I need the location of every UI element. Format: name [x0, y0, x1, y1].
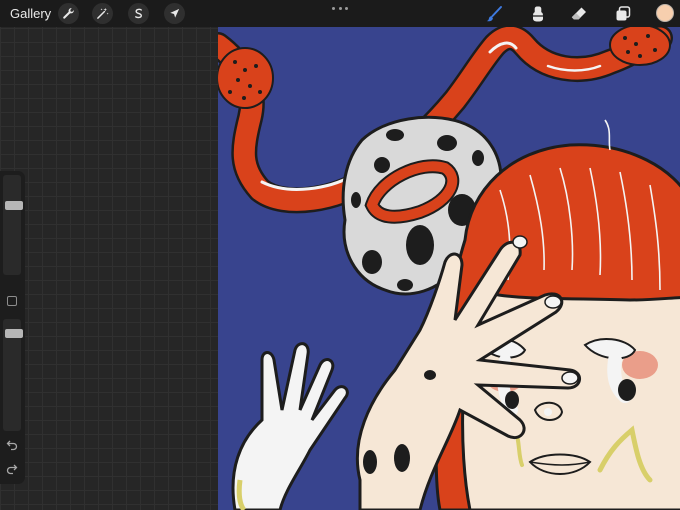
color-picker-swatch[interactable] — [656, 4, 674, 22]
redo-arrow-icon[interactable] — [3, 463, 21, 479]
brush-icon[interactable] — [483, 3, 505, 25]
modify-square-button[interactable] — [7, 296, 17, 306]
selection-s-icon[interactable] — [128, 3, 149, 24]
top-toolbar: Gallery — [0, 0, 680, 27]
smudge-icon[interactable] — [526, 3, 548, 25]
opacity-slider[interactable] — [3, 319, 23, 431]
eraser-icon[interactable] — [568, 3, 590, 25]
gallery-button[interactable]: Gallery — [10, 6, 51, 21]
opacity-thumb[interactable] — [5, 329, 23, 338]
drawing-canvas[interactable] — [218, 27, 680, 510]
actions-wrench-icon[interactable] — [58, 3, 79, 24]
transform-arrow-icon[interactable] — [164, 3, 185, 24]
brush-size-slider[interactable] — [3, 175, 23, 275]
brush-sidebar — [0, 171, 25, 484]
artwork — [218, 27, 680, 510]
brush-size-thumb[interactable] — [5, 201, 23, 210]
more-options-dots[interactable] — [332, 3, 348, 13]
undo-arrow-icon[interactable] — [3, 439, 21, 455]
layers-icon[interactable] — [612, 3, 634, 25]
adjustments-magic-wand-icon[interactable] — [92, 3, 113, 24]
